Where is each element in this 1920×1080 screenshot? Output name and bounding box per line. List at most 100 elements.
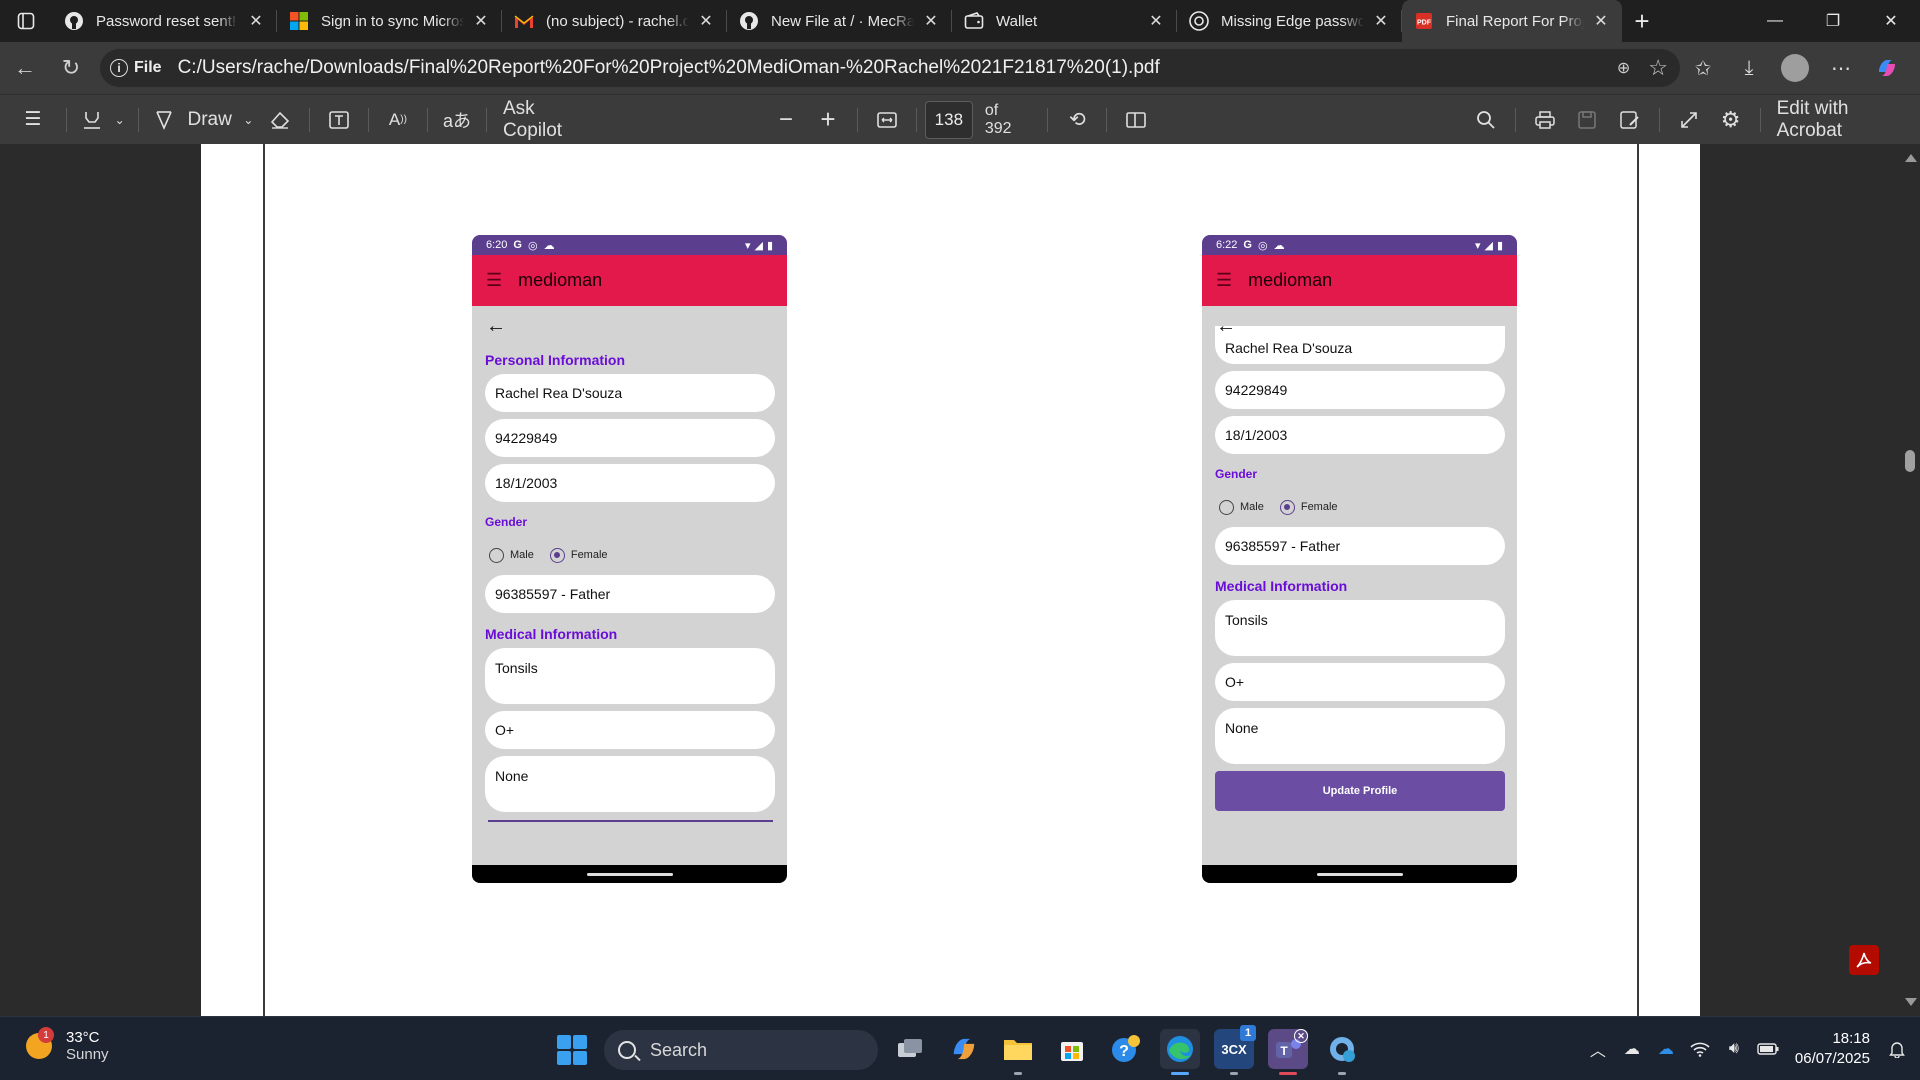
scroll-up-arrow[interactable] — [1905, 154, 1917, 162]
emergency-contact-field[interactable]: 96385597 - Father — [1215, 527, 1505, 565]
more-options-icon[interactable]: ⋯ — [1818, 48, 1864, 88]
site-info-button[interactable]: i File — [110, 59, 174, 77]
3cx-app-icon[interactable]: 3CX 1 — [1214, 1025, 1256, 1075]
read-aloud-icon[interactable]: A)) — [377, 100, 419, 140]
file-explorer-icon[interactable] — [998, 1029, 1038, 1075]
draw-label[interactable]: Draw — [182, 100, 238, 140]
tab-final-report[interactable]: PDF Final Report For Project ✕ — [1402, 0, 1622, 42]
fit-to-width-icon[interactable] — [866, 100, 908, 140]
wifi-icon[interactable] — [1683, 1029, 1717, 1069]
gender-male-radio[interactable]: Male — [1219, 499, 1264, 515]
close-icon[interactable]: ✕ — [695, 10, 717, 32]
copilot-icon[interactable] — [1864, 48, 1910, 88]
address-bar[interactable]: i File C:/Users/rache/Downloads/Final%20… — [100, 49, 1680, 87]
tab-github-newfile[interactable]: New File at / · MecRachel ✕ — [727, 0, 952, 42]
chevron-down-icon[interactable]: ⌄ — [109, 100, 130, 140]
settings-gear-icon[interactable]: ⚙ — [1710, 100, 1752, 140]
dob-field[interactable]: 18/1/2003 — [1215, 416, 1505, 454]
search-icon[interactable] — [1465, 100, 1507, 140]
draw-icon[interactable] — [147, 100, 181, 140]
teams-icon[interactable]: T ✕ — [1268, 1029, 1308, 1075]
start-button[interactable] — [557, 1035, 587, 1065]
blood-type-field[interactable]: O+ — [485, 711, 775, 749]
volume-icon[interactable]: 🔊︎ — [1717, 1029, 1751, 1069]
eraser-icon[interactable] — [259, 100, 301, 140]
close-icon[interactable]: ✕ — [1370, 10, 1392, 32]
edge-beta-icon[interactable] — [1322, 1029, 1362, 1075]
zoom-icon[interactable]: ⊕ — [1617, 58, 1630, 78]
close-window-button[interactable]: ✕ — [1862, 0, 1920, 42]
tab-microsoft-sync[interactable]: Sign in to sync Microsoft ✕ — [277, 0, 502, 42]
text-box-icon[interactable] — [318, 100, 360, 140]
zoom-in-button[interactable]: + — [807, 100, 849, 140]
hamburger-menu-icon[interactable]: ☰ — [1216, 270, 1232, 291]
zoom-out-button[interactable]: − — [765, 100, 807, 140]
url-text[interactable]: C:/Users/rache/Downloads/Final%20Report%… — [178, 57, 1160, 79]
refresh-button[interactable]: ↻ — [48, 48, 94, 88]
favorite-star-icon[interactable]: ☆ — [1648, 55, 1668, 81]
page-view-icon[interactable] — [1115, 100, 1157, 140]
phone-field[interactable]: 94229849 — [1215, 371, 1505, 409]
clock[interactable]: 18:18 06/07/2025 — [1795, 1029, 1870, 1069]
emergency-contact-field[interactable]: 96385597 - Father — [485, 575, 775, 613]
profile-avatar[interactable] — [1781, 54, 1809, 82]
save-as-icon[interactable] — [1609, 100, 1651, 140]
minimize-button[interactable]: — — [1746, 0, 1804, 42]
close-icon[interactable]: ✕ — [920, 10, 942, 32]
back-button[interactable]: ← — [2, 48, 48, 88]
allergy-field[interactable]: Tonsils — [485, 648, 775, 704]
close-icon[interactable]: ✕ — [1590, 10, 1612, 32]
downloads-icon[interactable]: ⤓ — [1726, 48, 1772, 88]
notifications-bell-icon[interactable] — [1880, 1029, 1914, 1069]
weather-widget[interactable]: 1 33°C Sunny — [26, 1027, 109, 1063]
pdf-viewer[interactable]: 6:20 G ◎ ☁ ▾ ◢ ▮ ☰ medioman ← Personal I… — [0, 144, 1920, 1016]
tab-edge-passwords[interactable]: Missing Edge passwords ✕ — [1177, 0, 1402, 42]
edge-browser-icon[interactable] — [1160, 1029, 1200, 1075]
update-profile-button[interactable]: Update Profile — [1215, 771, 1505, 811]
hamburger-menu-icon[interactable]: ☰ — [486, 270, 502, 291]
rotate-icon[interactable]: ⟲ — [1056, 100, 1098, 140]
scroll-thumb[interactable] — [1905, 450, 1915, 472]
gender-male-radio[interactable]: Male — [489, 547, 534, 563]
dob-field[interactable]: 18/1/2003 — [485, 464, 775, 502]
acrobat-icon[interactable] — [1849, 945, 1879, 975]
scroll-down-arrow[interactable] — [1905, 998, 1917, 1006]
home-indicator[interactable] — [1316, 872, 1403, 876]
copilot-app-icon[interactable] — [944, 1029, 984, 1069]
blood-type-field[interactable]: O+ — [1215, 663, 1505, 701]
chevron-up-icon[interactable]: ︿ — [1581, 1029, 1615, 1069]
ask-copilot-button[interactable]: Ask Copilot — [495, 98, 603, 141]
home-indicator[interactable] — [586, 872, 673, 876]
phone-field[interactable]: 94229849 — [485, 419, 775, 457]
get-help-icon[interactable]: ? — [1106, 1029, 1146, 1069]
fullscreen-icon[interactable] — [1668, 100, 1710, 140]
microsoft-store-icon[interactable] — [1052, 1029, 1092, 1069]
other-condition-field[interactable]: None — [485, 756, 775, 812]
close-icon[interactable]: ✕ — [245, 10, 267, 32]
tab-github-password[interactable]: Password reset sent! · GitHub ✕ — [52, 0, 277, 42]
tab-actions-button[interactable] — [0, 0, 52, 42]
vertical-scrollbar[interactable] — [1900, 144, 1920, 1016]
task-view-icon[interactable] — [890, 1029, 930, 1069]
print-icon[interactable] — [1524, 100, 1566, 140]
back-arrow-icon[interactable]: ← — [472, 306, 787, 346]
name-field[interactable]: Rachel Rea D'souza — [1215, 326, 1505, 364]
tab-wallet[interactable]: Wallet ✕ — [952, 0, 1177, 42]
chevron-down-icon[interactable]: ⌄ — [238, 100, 259, 140]
favorites-icon[interactable]: ✩ — [1680, 48, 1726, 88]
gender-female-radio[interactable]: Female — [1279, 499, 1338, 515]
contents-icon[interactable]: ☰ — [8, 100, 58, 140]
close-icon[interactable]: ✕ — [470, 10, 492, 32]
tab-gmail[interactable]: (no subject) - rachel.ds ✕ — [502, 0, 727, 42]
onedrive-cloud-icon[interactable]: ☁ — [1615, 1029, 1649, 1069]
taskbar-search[interactable]: Search — [604, 1030, 878, 1070]
edit-with-acrobat-button[interactable]: Edit with Acrobat — [1769, 98, 1920, 141]
name-field[interactable]: Rachel Rea D'souza — [485, 374, 775, 412]
save-icon[interactable] — [1566, 100, 1608, 140]
gender-female-radio[interactable]: Female — [549, 547, 608, 563]
battery-icon[interactable] — [1751, 1029, 1785, 1069]
page-number-input[interactable]: 138 — [924, 100, 973, 139]
translate-icon[interactable]: aあ — [436, 100, 478, 140]
restore-button[interactable]: ❐ — [1804, 0, 1862, 42]
onedrive-business-icon[interactable]: ☁ — [1649, 1029, 1683, 1069]
